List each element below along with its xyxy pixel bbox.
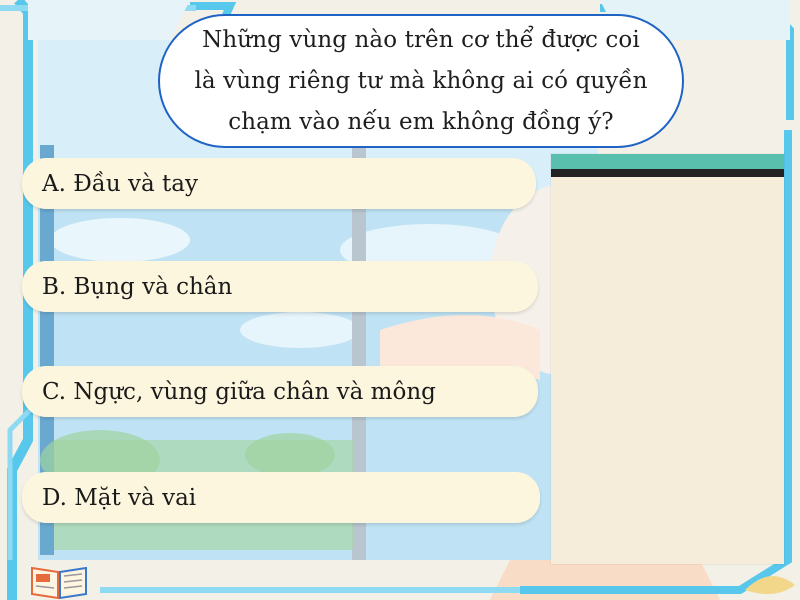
answer-option-a[interactable]: A. Đầu và tay: [22, 158, 536, 209]
question-line-2: là vùng riêng tư mà không ai có quyền: [194, 67, 648, 94]
quiz-screen: Những vùng nào trên cơ thể được coi là v…: [0, 0, 800, 600]
question-line-3: chạm vào nếu em không đồng ý?: [228, 108, 614, 135]
side-panel: [551, 154, 784, 564]
side-panel-dark-bar: [551, 169, 784, 177]
answer-option-b[interactable]: B. Bụng và chân: [22, 261, 538, 312]
question-bubble: Những vùng nào trên cơ thể được coi là v…: [158, 14, 684, 148]
answer-label: D. Mặt và vai: [42, 484, 197, 511]
answer-option-d[interactable]: D. Mặt và vai: [22, 472, 540, 523]
answer-label: C. Ngực, vùng giữa chân và mông: [42, 378, 436, 405]
answer-option-c[interactable]: C. Ngực, vùng giữa chân và mông: [22, 366, 538, 417]
book-icon[interactable]: [28, 560, 90, 600]
side-panel-accent-strip: [551, 154, 784, 169]
question-text: Những vùng nào trên cơ thể được coi là v…: [194, 20, 647, 143]
question-line-1: Những vùng nào trên cơ thể được coi: [202, 26, 640, 53]
answer-label: A. Đầu và tay: [42, 170, 198, 197]
answer-label: B. Bụng và chân: [42, 273, 233, 300]
